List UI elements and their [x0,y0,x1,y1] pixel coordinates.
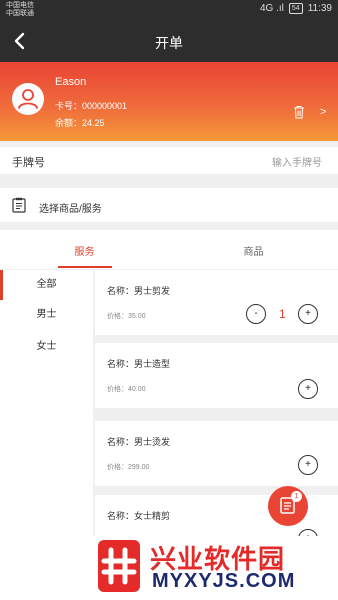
page-title: 开单 [155,35,183,51]
item-price: 价格：299.00 [107,464,150,471]
battery-indicator: 54 [288,3,303,14]
trash-icon[interactable] [293,105,305,119]
detail-arrow[interactable]: > [320,106,326,118]
category-all[interactable]: 全部 [0,270,93,300]
cart-badge: 1 [291,491,302,502]
cart-button[interactable] [268,486,308,526]
carrier-1: 中国电信 [6,2,34,9]
clipboard-icon [12,197,26,213]
avatar [12,83,44,115]
item-name: 名称：男士剪发 [107,286,171,296]
tab-services[interactable]: 服务 [0,243,169,258]
tab-indicator [58,266,112,268]
card-number: 卡号：000000001 [55,101,128,111]
list-item: 名称：男士剪发 价格：35.00 - 1 + [95,270,338,335]
plus-button[interactable]: + [298,304,318,324]
clock: 11:39 [307,3,332,14]
user-icon [18,89,38,109]
item-quantity: 1 [279,307,286,321]
cart-list-icon [280,497,295,514]
tab-products[interactable]: 商品 [169,243,338,258]
list-item: 名称：男士烫发 价格：299.00 + [95,421,338,486]
status-bar: 中国电信 中国联通 4G .ıl 54 11:39 [0,0,338,20]
carrier-info: 中国电信 中国联通 [6,2,34,18]
plus-button[interactable]: + [298,379,318,399]
item-name: 名称：男士烫发 [107,437,171,447]
list-item: 名称：男士造型 价格：40.00 + [95,343,338,408]
member-name: Eason [55,76,87,88]
carrier-2: 中国联通 [6,10,34,17]
item-price: 价格：35.00 [107,313,146,320]
plus-button[interactable]: + [298,455,318,475]
item-name: 名称：女士精剪 [107,511,171,521]
category-women[interactable]: 女士 [0,332,93,362]
watermark-text-en: MYXYJS.COM [152,570,296,592]
plate-number-input[interactable]: 输入手牌号 [272,154,322,169]
item-price: 价格：40.00 [107,386,146,393]
balance: 余额：24.25 [55,118,105,128]
tab-bar: 服务 商品 [0,230,338,269]
plate-number-row: 手牌号 输入手牌号 [0,147,338,174]
minus-button[interactable]: - [246,304,266,324]
status-right: 4G .ıl 54 11:39 [260,3,332,14]
plate-number-label: 手牌号 [12,157,45,169]
choose-product-row[interactable]: 选择商品/服务 [0,188,338,222]
choose-product-label: 选择商品/服务 [39,204,102,215]
member-header[interactable]: Eason 卡号：000000001 余额：24.25 > [0,62,338,141]
watermark-logo [98,540,140,592]
app-bar: 开单 [0,20,338,62]
item-name: 名称：男士造型 [107,359,171,369]
signal-indicator: 4G .ıl [260,3,284,14]
category-men[interactable]: 男士 [0,300,93,330]
